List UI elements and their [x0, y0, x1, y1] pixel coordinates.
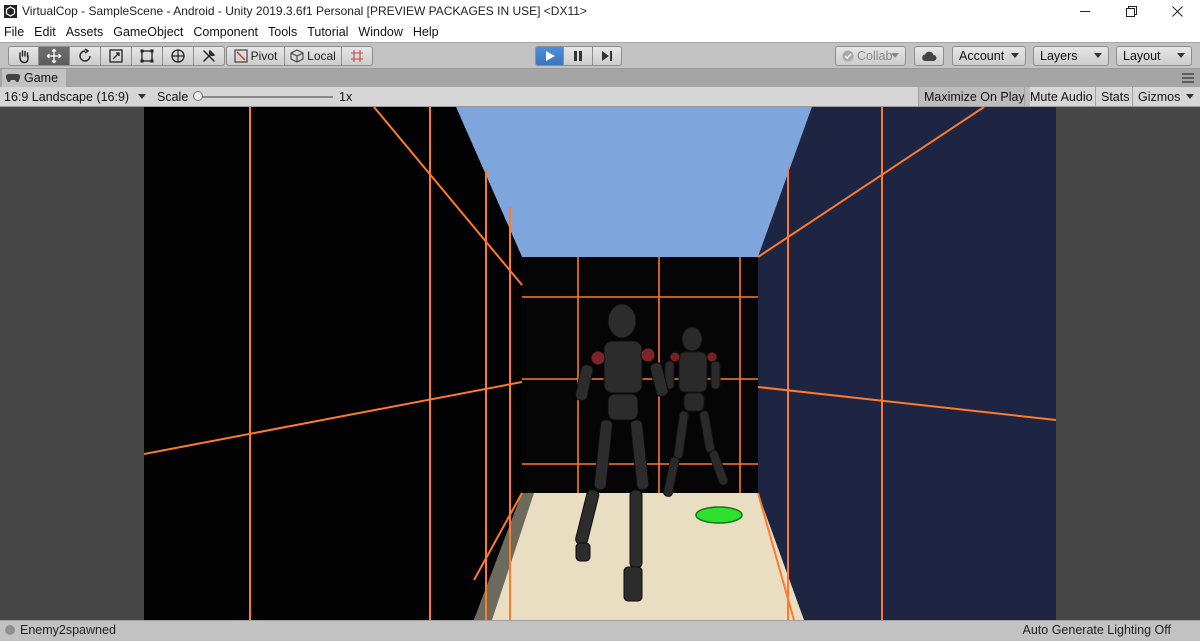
pivot-icon [234, 49, 248, 63]
window-title: VirtualCop - SampleScene - Android - Uni… [22, 4, 587, 18]
menu-gameobject[interactable]: GameObject [108, 25, 188, 39]
scale-tool-button[interactable] [101, 46, 132, 66]
menu-tools[interactable]: Tools [263, 25, 302, 39]
cloud-icon [922, 51, 937, 61]
hand-icon [18, 50, 29, 64]
scale-label: Scale [157, 89, 189, 104]
rect-icon [140, 49, 154, 63]
scale-slider-track[interactable] [198, 96, 333, 98]
chevron-down-icon [1177, 53, 1185, 58]
menu-component[interactable]: Component [188, 25, 263, 39]
status-message[interactable]: Enemy2spawned [20, 623, 116, 637]
chevron-down-icon [1011, 53, 1019, 58]
playback-controls [535, 46, 622, 66]
unity-logo-icon [4, 4, 17, 18]
menu-bar: File Edit Assets GameObject Component To… [0, 22, 1200, 42]
auto-lighting-status: Auto Generate Lighting Off [1022, 623, 1171, 637]
tab-options-icon[interactable] [1182, 73, 1194, 83]
menu-edit[interactable]: Edit [29, 25, 61, 39]
menu-window[interactable]: Window [353, 25, 407, 39]
scale-icon [109, 49, 123, 63]
stats-toggle[interactable]: Stats [1095, 87, 1135, 106]
main-toolbar: Pivot Local Collab Account Layers Layout [0, 42, 1200, 68]
console-message-icon [5, 625, 15, 635]
local-cube-icon [290, 49, 304, 63]
cloud-button[interactable] [914, 46, 944, 66]
restore-icon[interactable] [1108, 0, 1154, 22]
grid-snap-icon [351, 50, 363, 62]
move-tool-button[interactable] [39, 46, 70, 66]
game-scene-render [144, 107, 1056, 620]
pivot-local-group: Pivot Local [226, 46, 373, 66]
transform-tool-button[interactable] [163, 46, 194, 66]
rotate-icon [79, 48, 91, 62]
pause-button[interactable] [564, 46, 593, 66]
scale-slider-thumb[interactable] [193, 91, 203, 101]
play-icon [545, 51, 555, 61]
menu-assets[interactable]: Assets [61, 25, 109, 39]
custom-tool-icon [203, 49, 216, 62]
game-view [0, 107, 1200, 620]
hand-tool-button[interactable] [8, 46, 39, 66]
menu-file[interactable]: File [0, 25, 29, 39]
grid-snap-button[interactable] [342, 46, 373, 66]
layers-dropdown[interactable]: Layers [1033, 46, 1109, 66]
maximize-on-play-toggle[interactable]: Maximize On Play [918, 87, 1030, 106]
chevron-down-icon[interactable] [1186, 87, 1194, 106]
game-viewport[interactable] [144, 107, 1056, 620]
step-icon [602, 51, 612, 61]
aspect-dropdown[interactable]: 16:9 Landscape (16:9) [4, 87, 148, 106]
step-button[interactable] [593, 46, 622, 66]
chevron-down-icon [138, 94, 146, 99]
collab-dropdown[interactable]: Collab [835, 46, 906, 66]
move-icon [46, 48, 62, 64]
layout-dropdown[interactable]: Layout [1116, 46, 1192, 66]
minimize-icon[interactable] [1062, 0, 1108, 22]
local-button[interactable]: Local [285, 46, 342, 66]
account-dropdown[interactable]: Account [952, 46, 1026, 66]
menu-tutorial[interactable]: Tutorial [302, 25, 353, 39]
checkmark-icon [842, 50, 854, 62]
transform-icon [171, 49, 185, 63]
tab-game[interactable]: Game [2, 69, 67, 87]
transform-tools [8, 46, 225, 66]
close-icon[interactable] [1154, 0, 1200, 22]
menu-help[interactable]: Help [408, 25, 444, 39]
chevron-down-icon [1094, 53, 1102, 58]
game-view-toolbar: 16:9 Landscape (16:9) Scale 1x Maximize … [0, 87, 1200, 107]
window-titlebar: VirtualCop - SampleScene - Android - Uni… [0, 0, 1200, 22]
mute-audio-toggle[interactable]: Mute Audio [1024, 87, 1098, 106]
play-button[interactable] [535, 46, 564, 66]
pivot-button[interactable]: Pivot [226, 46, 285, 66]
status-bar: Enemy2spawned Auto Generate Lighting Off [0, 620, 1200, 641]
tab-bar: Game [0, 68, 1200, 87]
game-controller-icon [6, 73, 20, 83]
rect-tool-button[interactable] [132, 46, 163, 66]
rotate-tool-button[interactable] [70, 46, 101, 66]
custom-tool-button[interactable] [194, 46, 225, 66]
chevron-down-icon [891, 53, 899, 58]
scale-value: 1x [339, 89, 353, 104]
pause-icon [574, 51, 582, 61]
